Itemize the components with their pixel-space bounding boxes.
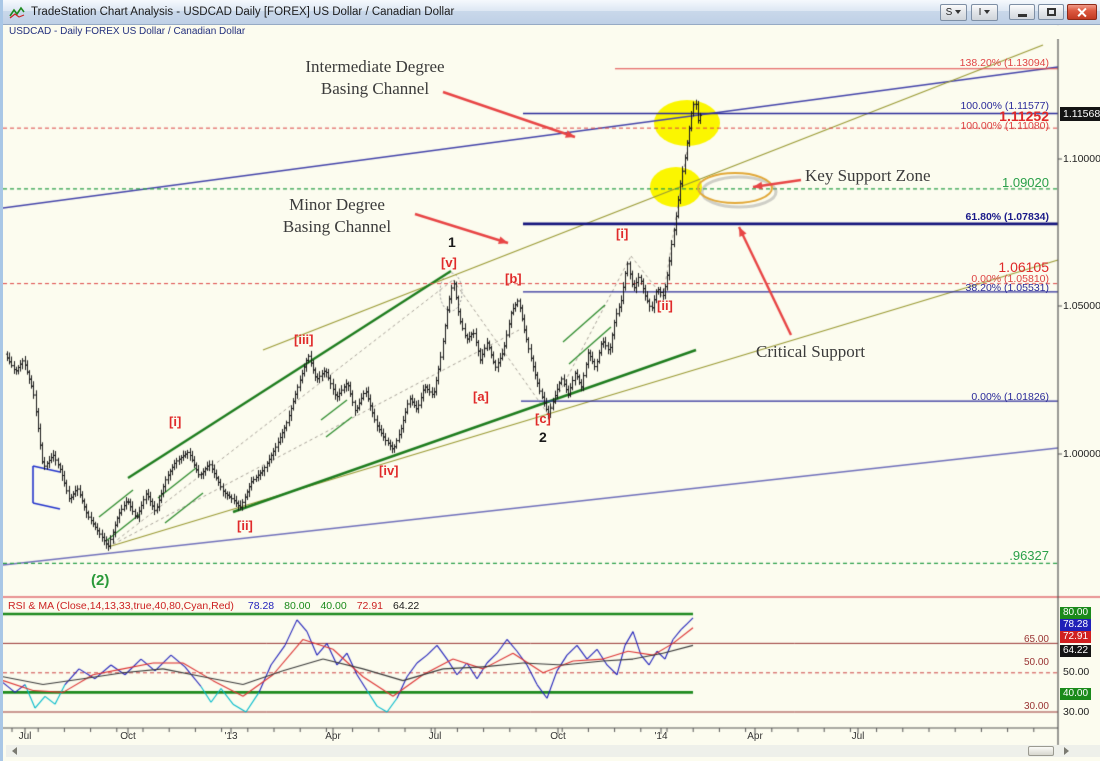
fib-label: 1.09020 xyxy=(1002,175,1049,190)
indicator-dropdown-button[interactable]: I xyxy=(971,4,998,21)
wave-label: 1 xyxy=(448,234,456,250)
rsi-legend-value: 72.91 xyxy=(357,600,383,612)
x-axis-label: Jul xyxy=(848,731,868,742)
wave-label: [i] xyxy=(616,226,628,241)
rsi-axis-badge: 78.28 xyxy=(1060,619,1091,631)
wave-label: [iii] xyxy=(294,332,314,347)
fib-label: 138.20% (1.13094) xyxy=(960,57,1049,69)
chart-canvas[interactable] xyxy=(3,0,1100,761)
app-icon xyxy=(9,6,25,19)
rsi-inpane-label: 50.00 xyxy=(1024,657,1049,668)
rsi-axis-badge: 72.91 xyxy=(1060,631,1091,643)
scroll-right-icon[interactable] xyxy=(1064,747,1069,755)
last-price-badge: 1.11568 xyxy=(1060,107,1100,121)
wave-label: (2) xyxy=(91,572,109,589)
close-icon xyxy=(1077,7,1087,17)
style-dropdown-label: S xyxy=(946,7,953,18)
rsi-inpane-label: 65.00 xyxy=(1024,634,1049,645)
fib-label: 0.00% (1.01826) xyxy=(971,391,1049,403)
fib-label: 61.80% (1.07834) xyxy=(966,211,1049,223)
rsi-axis-label: 30.00 xyxy=(1063,706,1089,718)
close-button[interactable] xyxy=(1067,4,1097,20)
x-axis-label: Apr xyxy=(745,731,765,742)
indicator-dropdown-label: I xyxy=(979,7,982,18)
scrollbar-thumb[interactable] xyxy=(1028,746,1054,756)
rsi-legend-value: 40.00 xyxy=(320,600,346,612)
rsi-legend-value: 64.22 xyxy=(393,600,419,612)
minimize-button[interactable] xyxy=(1009,4,1035,20)
rsi-axis-badge: 80.00 xyxy=(1060,607,1091,619)
price-axis-label: 1.00000 xyxy=(1063,448,1100,460)
wave-label: [i] xyxy=(169,414,181,429)
x-axis-label: Apr xyxy=(323,731,343,742)
maximize-button[interactable] xyxy=(1038,4,1064,20)
wave-label: [c] xyxy=(535,411,551,426)
x-axis-label: Jul xyxy=(15,731,35,742)
fib-label: 100.00% (1.11080) xyxy=(960,120,1049,132)
tradestation-window: TradeStation Chart Analysis - USDCAD Dai… xyxy=(0,0,1100,761)
x-axis-label: '14 xyxy=(651,731,671,742)
rsi-legend-value: 78.28 xyxy=(248,600,274,612)
wave-label: [a] xyxy=(473,389,489,404)
scroll-left-icon[interactable] xyxy=(12,747,17,755)
price-axis-label: 1.05000 xyxy=(1063,300,1100,312)
rsi-axis-label: 50.00 xyxy=(1063,666,1089,678)
wave-label: [v] xyxy=(441,255,457,270)
chart-symbol-header: USDCAD - Daily FOREX US Dollar / Canadia… xyxy=(6,26,1100,39)
style-dropdown-button[interactable]: S xyxy=(940,4,967,21)
rsi-axis-badge: 40.00 xyxy=(1060,688,1091,700)
x-axis-label: Oct xyxy=(548,731,568,742)
window-title: TradeStation Chart Analysis - USDCAD Dai… xyxy=(31,6,936,18)
rsi-axis-badge: 64.22 xyxy=(1060,645,1091,657)
x-axis-label: Oct xyxy=(118,731,138,742)
x-axis-label: '13 xyxy=(221,731,241,742)
horizontal-scrollbar[interactable] xyxy=(6,745,1100,757)
rsi-inpane-label: 30.00 xyxy=(1024,701,1049,712)
wave-label: [b] xyxy=(505,271,522,286)
wave-label: [ii] xyxy=(237,518,253,533)
minor-degree-channel-note: Minor DegreeBasing Channel xyxy=(231,194,443,238)
wave-label: [ii] xyxy=(657,298,673,313)
window-titlebar[interactable]: TradeStation Chart Analysis - USDCAD Dai… xyxy=(3,0,1100,25)
rsi-title: RSI & MA (Close,14,13,33,true,40,80,Cyan… xyxy=(8,600,234,612)
fib-label: .96327 xyxy=(1009,548,1049,563)
intermediate-degree-channel-note: Intermediate DegreeBasing Channel xyxy=(265,56,485,100)
chevron-down-icon xyxy=(984,10,990,14)
x-axis-label: Jul xyxy=(425,731,445,742)
rsi-legend-value: 80.00 xyxy=(284,600,310,612)
wave-label: [iv] xyxy=(379,463,399,478)
price-axis-label: 1.10000 xyxy=(1063,153,1100,165)
fib-label: 38.20% (1.05531) xyxy=(966,282,1049,294)
key-support-zone-note: Key Support Zone xyxy=(805,165,965,187)
maximize-icon xyxy=(1047,8,1056,16)
chevron-down-icon xyxy=(955,10,961,14)
wave-label: 2 xyxy=(539,429,547,445)
minimize-icon xyxy=(1018,14,1027,17)
rsi-legend: RSI & MA (Close,14,13,33,true,40,80,Cyan… xyxy=(8,600,419,612)
critical-support-note: Critical Support xyxy=(756,341,906,363)
